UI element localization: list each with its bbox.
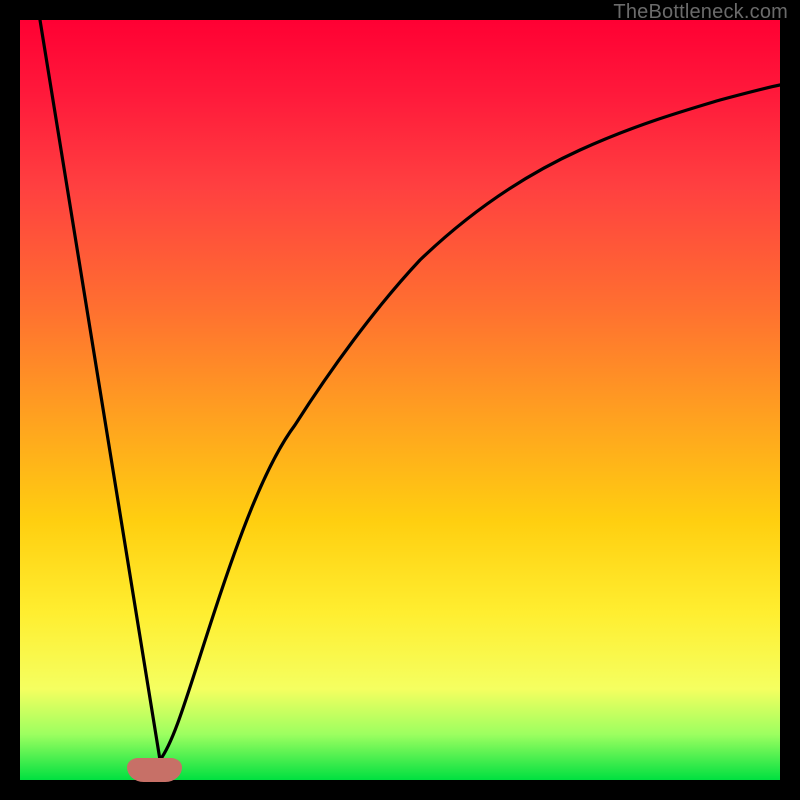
red-blob-marker: [127, 758, 182, 782]
curve-path: [40, 20, 780, 760]
outer-frame: TheBottleneck.com: [0, 0, 800, 800]
curve-layer: [20, 20, 780, 780]
